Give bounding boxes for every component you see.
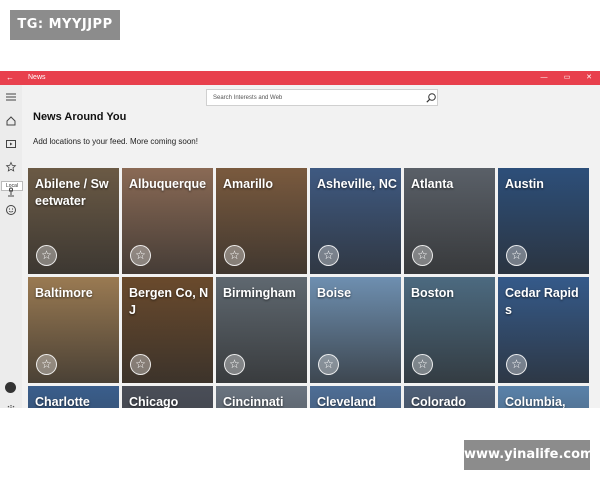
location-tile-label: Chicago [129, 395, 179, 408]
menu-icon[interactable] [5, 91, 17, 103]
favorite-star-icon[interactable]: ☆ [36, 354, 57, 375]
maximize-button[interactable]: ▭ [556, 71, 578, 85]
location-tile-label: Cincinnati [223, 395, 284, 408]
search-box[interactable]: Search Interests and Web [206, 89, 438, 106]
favorite-star-icon[interactable]: ☆ [412, 354, 433, 375]
page-subtitle: Add locations to your feed. More coming … [33, 137, 198, 146]
location-tile-label: Baltimore [35, 286, 93, 300]
location-tile[interactable]: Bergen Co, NJ ☆ [122, 277, 213, 383]
favorite-star-icon[interactable]: ☆ [412, 245, 433, 266]
news-app-window: ← News — ▭ ✕ Local Search Interests and … [0, 71, 600, 408]
location-tile-label: Abilene / Sweetwater [35, 177, 109, 208]
location-tile[interactable]: Columbia,☆ [498, 386, 589, 408]
favorite-star-icon[interactable]: ☆ [318, 245, 339, 266]
location-tile[interactable]: Asheville, NC ☆ [310, 168, 401, 274]
nav-rail: Local [0, 85, 23, 408]
favorite-star-icon[interactable]: ☆ [506, 245, 527, 266]
location-tile[interactable]: Birmingham ☆ [216, 277, 307, 383]
smiley-icon[interactable] [5, 204, 17, 216]
favorite-star-icon[interactable]: ☆ [224, 245, 245, 266]
window-title: News [28, 74, 46, 81]
location-tile-label: Austin [505, 177, 544, 191]
favorite-star-icon[interactable]: ☆ [506, 354, 527, 375]
location-tile-label: Columbia, [505, 395, 566, 408]
search-input[interactable]: Search Interests and Web [213, 90, 282, 106]
star-icon[interactable] [5, 161, 17, 173]
location-tile[interactable]: Colorado☆ [404, 386, 495, 408]
location-tile[interactable]: Cedar Rapids ☆ [498, 277, 589, 383]
location-tile-label: Bergen Co, NJ [129, 286, 209, 317]
back-arrow-icon[interactable]: ← [6, 71, 14, 85]
favorite-star-icon[interactable]: ☆ [130, 354, 151, 375]
location-tile[interactable]: Albuquerque ☆ [122, 168, 213, 274]
location-tile[interactable]: Boise ☆ [310, 277, 401, 383]
location-tile[interactable]: Amarillo ☆ [216, 168, 307, 274]
watermark-top: TG: MYYJJPP [10, 10, 120, 40]
location-grid: Abilene / Sweetwater ☆ Albuquerque ☆ Amarill… [28, 168, 589, 408]
location-tile[interactable]: Chicago☆ [122, 386, 213, 408]
favorite-star-icon[interactable]: ☆ [36, 245, 57, 266]
favorite-star-icon[interactable]: ☆ [318, 354, 339, 375]
home-icon[interactable] [5, 115, 17, 127]
location-tile[interactable]: Austin ☆ [498, 168, 589, 274]
favorite-star-icon[interactable]: ☆ [224, 354, 245, 375]
location-tile-label: Atlanta [411, 177, 454, 191]
favorite-star-icon[interactable]: ☆ [130, 245, 151, 266]
search-icon[interactable] [425, 92, 437, 104]
title-bar: ← News — ▭ ✕ [0, 71, 600, 85]
location-tile-label: Charlotte [35, 395, 90, 408]
location-tile-label: Cedar Rapids [505, 286, 579, 317]
location-tile[interactable]: Atlanta ☆ [404, 168, 495, 274]
location-tile[interactable]: Abilene / Sweetwater ☆ [28, 168, 119, 274]
play-icon[interactable] [5, 138, 17, 150]
location-tile-label: Boise [317, 286, 352, 300]
location-tile-label: Boston [411, 286, 455, 300]
location-tile[interactable]: Cincinnati☆ [216, 386, 307, 408]
location-tile-label: Colorado [411, 395, 466, 408]
local-icon[interactable] [5, 186, 17, 198]
location-tile[interactable]: Boston ☆ [404, 277, 495, 383]
location-tile[interactable]: Cleveland☆ [310, 386, 401, 408]
location-tile-label: Cleveland [317, 395, 377, 408]
location-tile-label: Amarillo [223, 177, 274, 191]
page-title: News Around You [33, 111, 127, 123]
settings-icon[interactable] [5, 404, 17, 408]
watermark-bottom: www.yinalife.com [464, 440, 594, 470]
location-tile-label: Albuquerque [129, 177, 207, 191]
location-tile[interactable]: Charlotte☆ [28, 386, 119, 408]
avatar[interactable] [5, 382, 16, 393]
minimize-button[interactable]: — [533, 71, 555, 85]
location-tile-label: Asheville, NC [317, 177, 397, 191]
location-tile[interactable]: Baltimore ☆ [28, 277, 119, 383]
location-tile-label: Birmingham [223, 286, 296, 300]
close-button[interactable]: ✕ [578, 71, 600, 85]
